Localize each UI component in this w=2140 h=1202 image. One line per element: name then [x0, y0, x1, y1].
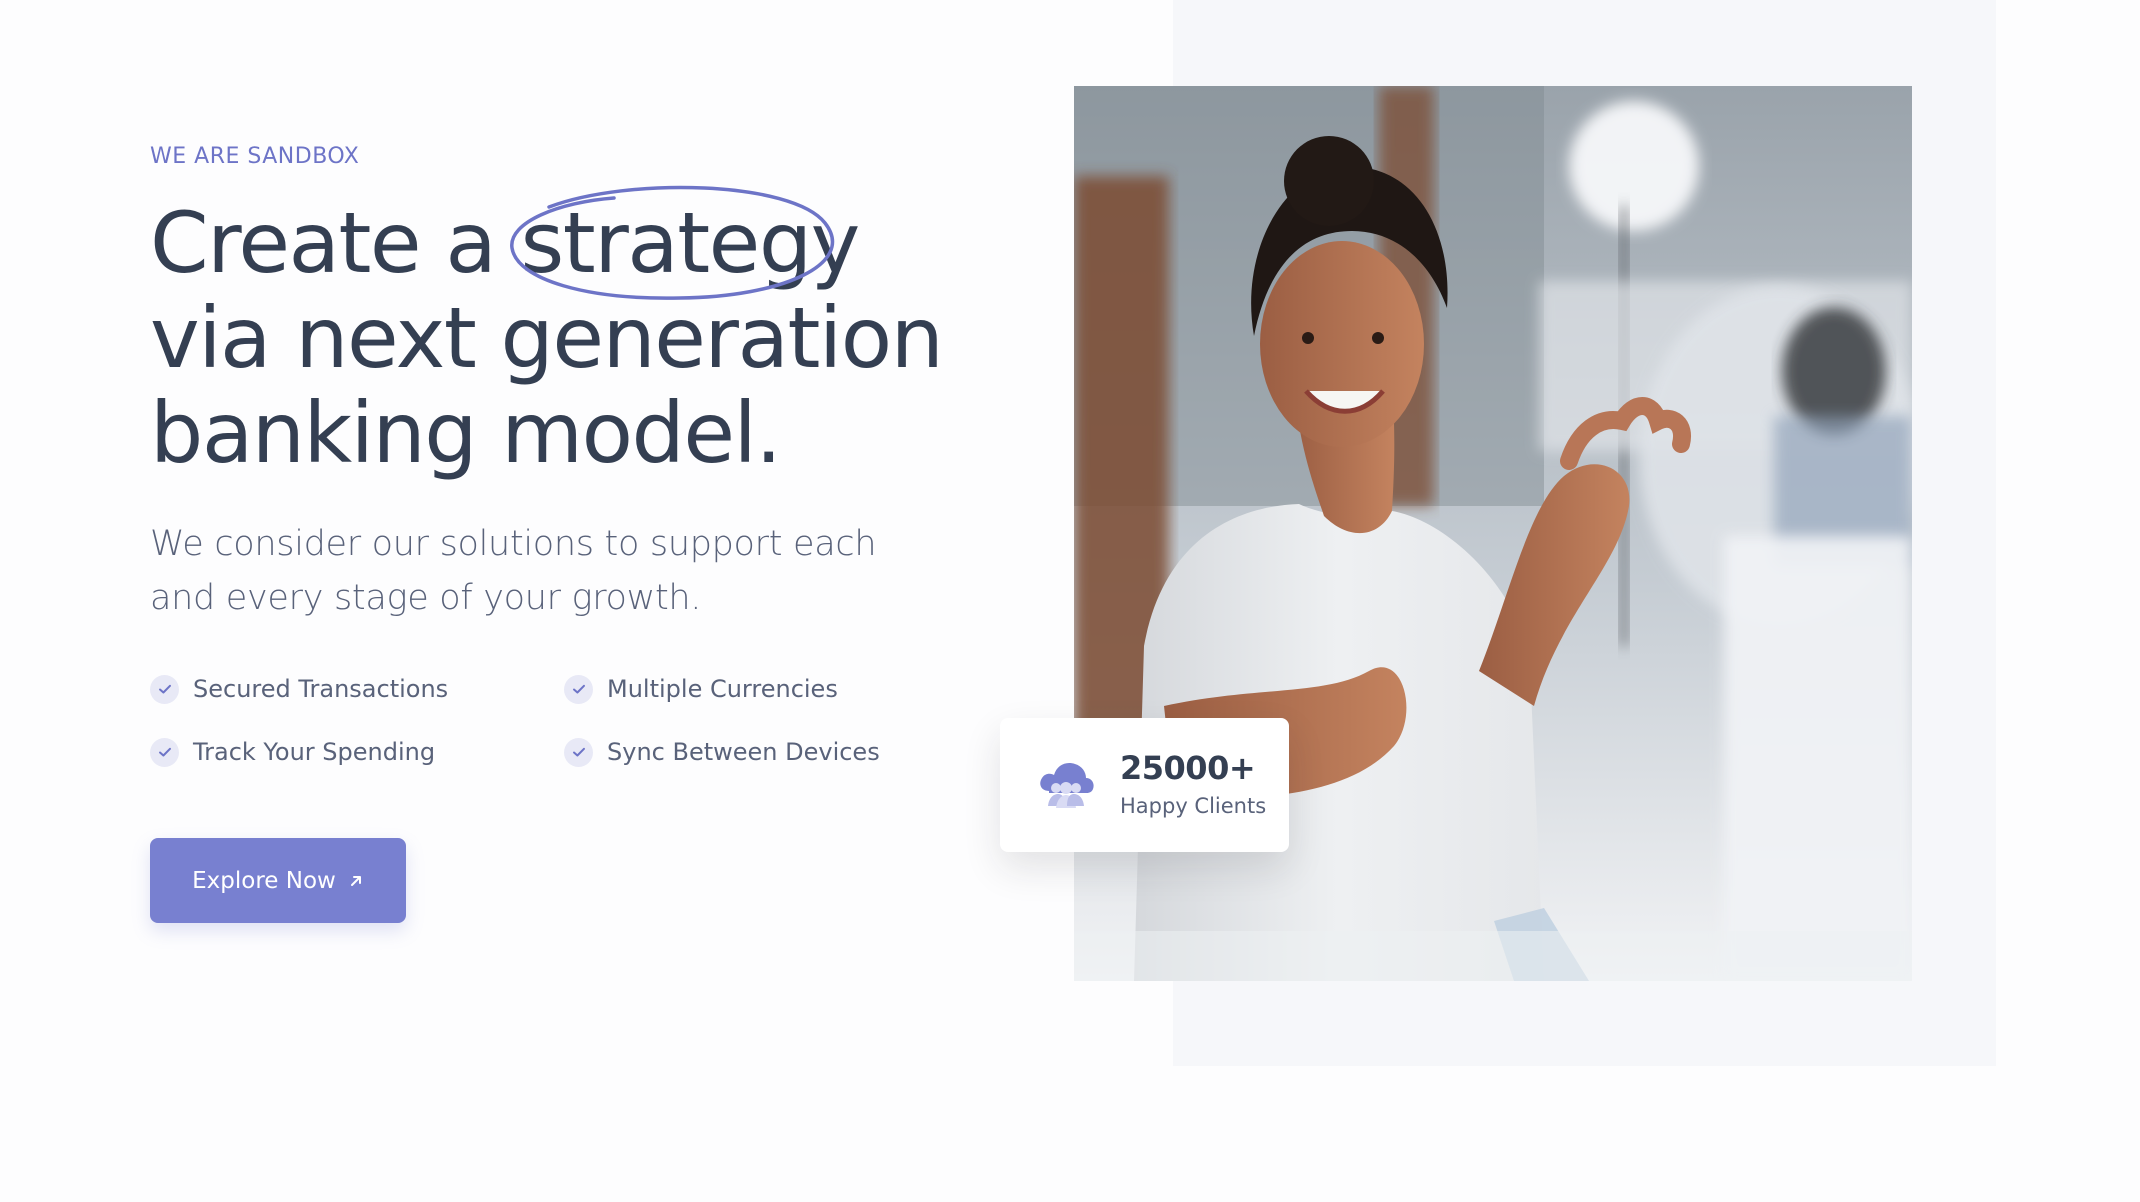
check-icon — [150, 737, 179, 767]
feature-item: Sync Between Devices — [564, 732, 880, 772]
check-icon — [150, 674, 179, 704]
feature-item: Secured Transactions — [150, 669, 448, 709]
feature-item: Multiple Currencies — [564, 669, 838, 709]
arrow-up-right-icon — [350, 875, 361, 886]
eyebrow-text: WE ARE SANDBOX — [150, 144, 360, 169]
headline-line-2: via next generation — [150, 289, 944, 387]
headline-line-3: banking model. — [150, 384, 782, 482]
happy-clients-label: Happy Clients — [1120, 794, 1267, 818]
hero-headline: Create a strategy via next generation ba… — [150, 185, 1050, 482]
feature-label: Track Your Spending — [193, 738, 436, 766]
check-icon — [564, 737, 593, 767]
headline-highlight: strategy — [509, 185, 861, 300]
feature-label: Sync Between Devices — [607, 738, 880, 766]
headline-prefix: Create a — [150, 194, 497, 292]
explore-now-button[interactable]: Explore Now — [150, 838, 406, 923]
feature-label: Multiple Currencies — [607, 675, 838, 703]
explore-now-label: Explore Now — [192, 867, 336, 894]
headline-highlight-word: strategy — [520, 194, 861, 292]
happy-clients-card: 25000+ Happy Clients — [1000, 718, 1289, 852]
check-icon — [564, 674, 593, 704]
hero-lead: We consider our solutions to support eac… — [150, 524, 877, 618]
feature-item: Track Your Spending — [150, 732, 435, 772]
users-cloud-icon — [1040, 763, 1094, 808]
headline-line-1: Create a strategy — [150, 185, 1050, 300]
happy-clients-count: 25000+ — [1120, 749, 1256, 787]
feature-label: Secured Transactions — [193, 675, 449, 703]
feature-list: Secured Transactions Multiple Currencies… — [150, 669, 910, 789]
